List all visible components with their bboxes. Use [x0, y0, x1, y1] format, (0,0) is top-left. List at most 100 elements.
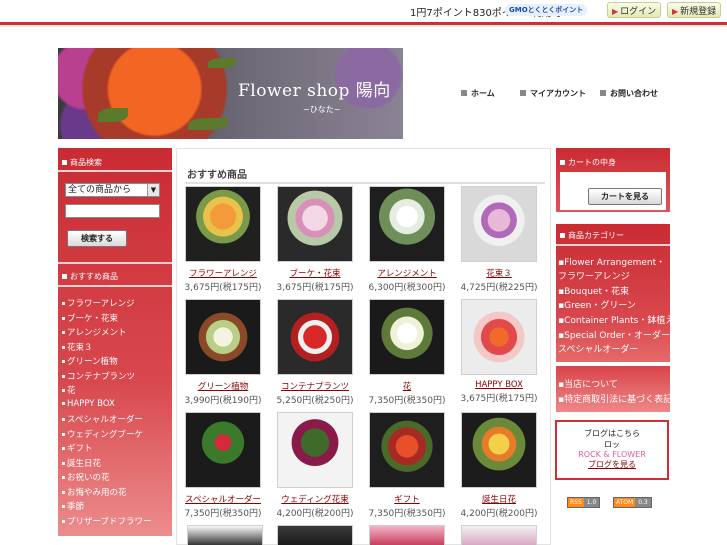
product-name[interactable]: ギフト: [367, 493, 447, 505]
bullet-icon: [62, 389, 65, 392]
product-name[interactable]: 花束３: [459, 267, 539, 279]
product-name[interactable]: フラワーアレンジ: [183, 267, 263, 279]
category-item[interactable]: ▪Flower Arrangement・: [558, 255, 665, 268]
product-name[interactable]: HAPPY BOX: [459, 380, 539, 390]
product-card[interactable]: HAPPY BOX 3,675円(税175円): [459, 299, 539, 404]
product-image[interactable]: [461, 412, 537, 488]
blog-banner-line: ブログはこちら: [584, 429, 640, 438]
search-input[interactable]: [65, 204, 160, 218]
product-card[interactable]: ギフト 7,350円(税350円): [367, 412, 447, 519]
atom-badge-label: ATOM: [614, 498, 636, 507]
product-image[interactable]: [369, 412, 445, 488]
sidebar-item[interactable]: 花束３: [62, 341, 93, 353]
product-image[interactable]: [369, 186, 445, 262]
nav-account[interactable]: マイアカウント: [520, 88, 586, 99]
product-price: 3,990円(税190円): [184, 396, 262, 406]
category-box: 商品カテゴリー ▪Flower Arrangement・ フラワーアレンジ ▪B…: [556, 224, 674, 362]
category-item[interactable]: ▪Container Plants・鉢植え: [558, 313, 674, 326]
left-sidebar: 商品検索 全ての商品から ▼ 検索する おすすめ商品 フラワーアレンジ ブーケ・花…: [58, 148, 172, 536]
sidebar-item[interactable]: ブーケ・花束: [62, 312, 118, 324]
product-card[interactable]: 誕生日花 4,200円(税200円): [459, 412, 539, 519]
product-image[interactable]: [461, 299, 537, 375]
info-link[interactable]: ▪特定商取引法に基づく表記: [558, 392, 672, 405]
sidebar-item[interactable]: HAPPY BOX: [62, 399, 115, 409]
product-card[interactable]: フラワーアレンジ 3,675円(税175円): [183, 186, 263, 293]
gmo-points-logo[interactable]: GMOとくとくポイント: [505, 4, 588, 16]
login-button[interactable]: ▶ ログイン: [607, 2, 662, 18]
product-name[interactable]: 花: [367, 380, 447, 392]
info-link[interactable]: ▪当店について: [558, 377, 618, 390]
product-card[interactable]: 花束３ 4,725円(税225円): [459, 186, 539, 293]
nav-contact[interactable]: お問い合わせ: [600, 88, 658, 99]
product-image[interactable]: [277, 186, 353, 262]
register-button[interactable]: ▶ 新規登録: [667, 2, 722, 18]
product-price: 6,300円(税300円): [368, 283, 446, 293]
bullet-icon: [62, 360, 65, 363]
atom-badge[interactable]: ATOM 0.3: [613, 497, 652, 508]
product-image[interactable]: [461, 186, 537, 262]
product-card[interactable]: ブーケ・花束 3,675円(税175円): [275, 186, 355, 293]
sidebar-item[interactable]: アレンジメント: [62, 326, 127, 338]
product-card[interactable]: グリーン植物 3,990円(税190円): [183, 299, 263, 406]
product-image[interactable]: [277, 412, 353, 488]
sidebar-item[interactable]: フラワーアレンジ: [62, 297, 135, 309]
sidebar-item[interactable]: ギフト: [62, 442, 93, 454]
search-button[interactable]: 検索する: [67, 230, 127, 247]
rss-badge[interactable]: RSS 1.0: [567, 497, 601, 508]
main-content: おすすめ商品 フラワーアレンジ 3,675円(税175円) ブーケ・花束 3,6…: [176, 148, 551, 545]
sidebar-item[interactable]: スペシャルオーダー: [62, 413, 143, 425]
category-item[interactable]: ▪Bouquet・花束: [558, 284, 629, 297]
product-name[interactable]: コンテナプランツ: [275, 380, 355, 392]
bullet-icon: [62, 476, 65, 479]
product-image[interactable]: [461, 525, 537, 545]
product-image[interactable]: [185, 412, 261, 488]
product-card[interactable]: アレンジメント 6,300円(税300円): [367, 186, 447, 293]
sidebar-item[interactable]: プリザーブドフラワー: [62, 515, 152, 527]
blog-banner-link[interactable]: ブログを見る: [557, 459, 667, 470]
product-card[interactable]: コンテナプランツ 5,250円(税250円): [275, 299, 355, 406]
product-name[interactable]: グリーン植物: [183, 380, 263, 392]
product-image[interactable]: [277, 299, 353, 375]
product-image[interactable]: [369, 525, 445, 545]
sidebar-item[interactable]: 季節: [62, 500, 84, 512]
sidebar-item-label: ギフト: [67, 444, 93, 454]
product-name[interactable]: ブーケ・花束: [275, 267, 355, 279]
blog-banner[interactable]: ブログはこちら ロッ ROCK & FLOWER ブログを見る: [555, 420, 669, 480]
product-name[interactable]: スペシャルオーダー: [183, 493, 263, 505]
product-card[interactable]: 花 7,350円(税350円): [367, 299, 447, 406]
bullet-icon: [62, 520, 65, 523]
product-card[interactable]: ウェディング花束 4,200円(税200円): [275, 412, 355, 519]
category-item-label: Green・グリーン: [564, 301, 636, 311]
product-name[interactable]: ウェディング花束: [275, 493, 355, 505]
sidebar-item[interactable]: お悔やみ用の花: [62, 486, 127, 498]
category-item[interactable]: ▪Special Order・オーダー: [558, 328, 670, 341]
sidebar-item[interactable]: コンテナプランツ: [62, 370, 135, 382]
product-name[interactable]: アレンジメント: [367, 267, 447, 279]
atom-badge-version: 0.3: [635, 498, 651, 507]
category-item[interactable]: スペシャルオーダー: [558, 342, 638, 355]
category-item[interactable]: フラワーアレンジ: [558, 269, 630, 282]
view-cart-button[interactable]: カートを見る: [588, 188, 662, 205]
blog-banner-line: ロッ: [604, 440, 620, 449]
product-price: 7,350円(税350円): [368, 396, 446, 406]
category-select[interactable]: 全ての商品から ▼: [65, 183, 160, 197]
sidebar-item-label: ブーケ・花束: [67, 314, 119, 324]
sidebar-item[interactable]: 誕生日花: [62, 457, 101, 469]
product-image[interactable]: [277, 525, 353, 545]
product-price: 4,725円(税225円): [460, 283, 538, 293]
nav-home[interactable]: ホーム: [461, 88, 495, 99]
product-image[interactable]: [185, 299, 261, 375]
product-image[interactable]: [187, 525, 263, 545]
square-bullet-icon: [560, 233, 565, 238]
product-image[interactable]: [369, 299, 445, 375]
sidebar-item[interactable]: お祝いの花: [62, 471, 110, 483]
sidebar-item[interactable]: グリーン植物: [62, 355, 118, 367]
bullet-icon: [62, 462, 65, 465]
product-name[interactable]: 誕生日花: [459, 493, 539, 505]
shop-banner[interactable]: Flower shop 陽向 ~ひなた~: [58, 48, 403, 139]
product-image[interactable]: [185, 186, 261, 262]
product-card[interactable]: スペシャルオーダー 7,350円(税350円): [183, 412, 263, 519]
category-item[interactable]: ▪Green・グリーン: [558, 298, 636, 311]
sidebar-item[interactable]: 花: [62, 384, 76, 396]
sidebar-item[interactable]: ウェディングブーケ: [62, 428, 143, 440]
